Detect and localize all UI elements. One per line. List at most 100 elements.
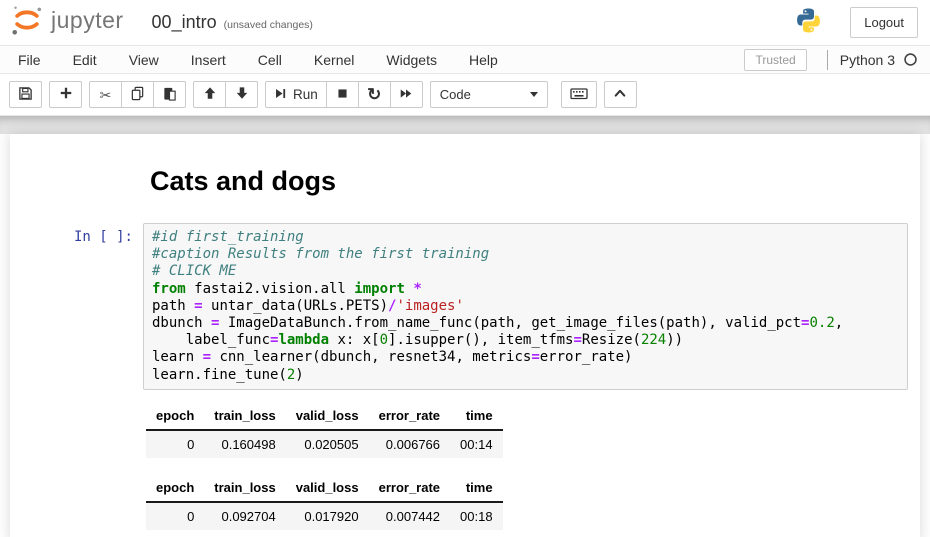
table-header: train_loss xyxy=(204,475,285,502)
table-cell: 0.020505 xyxy=(286,430,369,458)
cell-type-value: Code xyxy=(440,87,471,102)
table-cell: 0.017920 xyxy=(286,502,369,530)
training-results-table: epochtrain_lossvalid_losserror_ratetime0… xyxy=(146,403,503,458)
paste-icon xyxy=(162,86,177,104)
cell-output: epochtrain_lossvalid_losserror_ratetime0… xyxy=(146,403,920,458)
table-cell: 0.012449 xyxy=(286,530,369,537)
save-button[interactable] xyxy=(9,81,42,108)
training-results-table: epochtrain_lossvalid_losserror_ratetime0… xyxy=(146,475,503,537)
table-cell: 00:18 xyxy=(450,502,503,530)
code-line: #id first_training xyxy=(152,229,899,246)
move-cell-down-button[interactable] xyxy=(225,81,258,108)
jupyter-logo-icon xyxy=(8,2,46,43)
jupyter-logo-text: jupyter xyxy=(51,7,124,34)
run-button-label: Run xyxy=(293,87,318,102)
menu-bar: File Edit View Insert Cell Kernel Widget… xyxy=(0,45,930,74)
chevron-up-icon xyxy=(613,87,627,102)
add-cell-button[interactable] xyxy=(49,81,82,108)
toolbar: ✂ xyxy=(0,74,930,116)
menu-item-cell[interactable]: Cell xyxy=(242,47,298,73)
restart-run-all-button[interactable] xyxy=(390,81,423,108)
command-palette-button[interactable] xyxy=(561,81,597,108)
table-header: train_loss xyxy=(204,403,285,430)
table-header: valid_loss xyxy=(286,475,369,502)
move-cell-up-button[interactable] xyxy=(193,81,226,108)
interrupt-kernel-button[interactable] xyxy=(326,81,359,108)
step-forward-icon xyxy=(274,87,287,103)
notebook-container: Cats and dogs In [ ]: #id first_training… xyxy=(10,134,920,537)
table-header: time xyxy=(450,475,503,502)
table-header: time xyxy=(450,403,503,430)
code-cell[interactable]: In [ ]: #id first_training#caption Resul… xyxy=(10,223,920,390)
floppy-icon xyxy=(18,86,33,104)
autosave-status: (unsaved changes) xyxy=(224,19,313,31)
arrow-down-icon xyxy=(235,86,249,103)
table-header: error_rate xyxy=(369,403,450,430)
code-line: #caption Results from the first training xyxy=(152,246,899,263)
table-cell: 00:18 xyxy=(450,530,503,537)
table-row: 00.1604980.0205050.00676600:14 xyxy=(146,430,503,458)
menu-item-edit[interactable]: Edit xyxy=(57,47,113,73)
table-cell: 0 xyxy=(146,502,204,530)
cell-output: epochtrain_lossvalid_losserror_ratetime0… xyxy=(146,475,920,537)
notebook-header: jupyter 00_intro (unsaved changes) Logou… xyxy=(0,0,930,45)
table-cell: 0.006766 xyxy=(369,430,450,458)
run-button[interactable]: Run xyxy=(265,81,327,108)
cut-cell-button[interactable]: ✂ xyxy=(89,81,122,108)
table-header: epoch xyxy=(146,403,204,430)
cell-output-area: epochtrain_lossvalid_losserror_ratetime0… xyxy=(146,403,920,537)
restart-kernel-button[interactable]: ↻ xyxy=(358,81,391,108)
code-input[interactable]: #id first_training#caption Results from … xyxy=(143,223,908,390)
plus-icon xyxy=(59,86,73,103)
code-line: learn.fine_tune(2) xyxy=(152,367,899,384)
copy-icon xyxy=(130,86,145,104)
code-line: learn = cnn_learner(dbunch, resnet34, me… xyxy=(152,349,899,366)
code-line: label_func=lambda x: x[0].isupper(), ite… xyxy=(152,332,899,349)
code-line: dbunch = ImageDataBunch.from_name_func(p… xyxy=(152,315,899,332)
table-header: error_rate xyxy=(369,475,450,502)
notebook-title[interactable]: 00_intro xyxy=(152,12,217,33)
menu-item-kernel[interactable]: Kernel xyxy=(298,47,370,73)
fast-forward-icon xyxy=(399,87,413,103)
table-cell: 0.007442 xyxy=(369,502,450,530)
menu-item-file[interactable]: File xyxy=(2,47,57,73)
menubar-divider xyxy=(827,50,828,70)
table-header: epoch xyxy=(146,475,204,502)
table-row: 00.0927040.0179200.00744200:18 xyxy=(146,502,503,530)
stop-icon xyxy=(336,87,349,103)
table-cell: 0.160498 xyxy=(204,430,285,458)
python-logo-icon xyxy=(795,7,822,39)
trusted-badge: Trusted xyxy=(744,49,806,71)
logout-button[interactable]: Logout xyxy=(850,7,918,38)
kernel-name: Python 3 xyxy=(840,52,895,68)
table-header: valid_loss xyxy=(286,403,369,430)
table-cell: 0.005413 xyxy=(369,530,450,537)
table-cell: 0 xyxy=(146,430,204,458)
code-line: from fastai2.vision.all import * xyxy=(152,281,899,298)
keyboard-icon xyxy=(570,86,588,104)
table-cell: 0.027785 xyxy=(204,530,285,537)
scissors-icon: ✂ xyxy=(100,88,112,102)
caret-down-icon xyxy=(530,92,538,97)
paste-cell-button[interactable] xyxy=(153,81,186,108)
kernel-idle-icon xyxy=(903,52,918,67)
table-cell: 1 xyxy=(146,530,204,537)
menu-item-help[interactable]: Help xyxy=(453,47,514,73)
markdown-heading[interactable]: Cats and dogs xyxy=(150,166,920,197)
arrow-up-icon xyxy=(203,86,217,103)
menu-item-widgets[interactable]: Widgets xyxy=(370,47,453,73)
menu-item-view[interactable]: View xyxy=(113,47,175,73)
copy-cell-button[interactable] xyxy=(121,81,154,108)
table-cell: 00:14 xyxy=(450,430,503,458)
cell-prompt: In [ ]: xyxy=(10,223,143,390)
jupyter-logo[interactable]: jupyter xyxy=(8,2,124,43)
table-cell: 0.092704 xyxy=(204,502,285,530)
menu-item-insert[interactable]: Insert xyxy=(175,47,242,73)
toolbar-collapse-button[interactable] xyxy=(604,81,637,108)
table-row: 10.0277850.0124490.00541300:18 xyxy=(146,530,503,537)
code-line: # CLICK ME xyxy=(152,263,899,280)
code-line: path = untar_data(URLs.PETS)/'images' xyxy=(152,298,899,315)
site-shadow-band xyxy=(0,116,930,134)
cell-type-select[interactable]: Code xyxy=(430,81,548,108)
restart-icon: ↻ xyxy=(367,85,381,105)
